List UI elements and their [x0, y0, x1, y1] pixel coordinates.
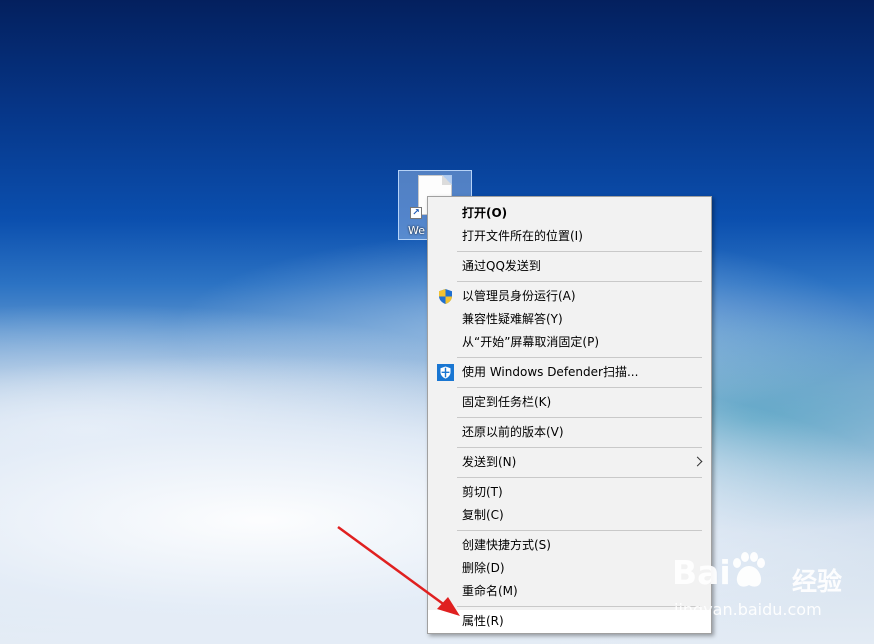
watermark-brand-suffix: 经验	[792, 567, 843, 596]
watermark-url: jingyan.baidu.com	[674, 600, 822, 619]
annotation-arrow	[337, 525, 460, 616]
paw-icon	[733, 552, 765, 587]
annotation-arrow-line	[337, 525, 447, 608]
annotation-arrow-head	[437, 597, 460, 616]
baidu-jingyan-watermark: Bai 经验 jingyan.baidu.com	[672, 552, 872, 625]
desktop: ↗ We 打开(O) 打开文件所在的位置(I) 通过QQ发送到 以管理员身份运行…	[0, 0, 874, 644]
watermark-brand: Bai	[672, 553, 731, 592]
